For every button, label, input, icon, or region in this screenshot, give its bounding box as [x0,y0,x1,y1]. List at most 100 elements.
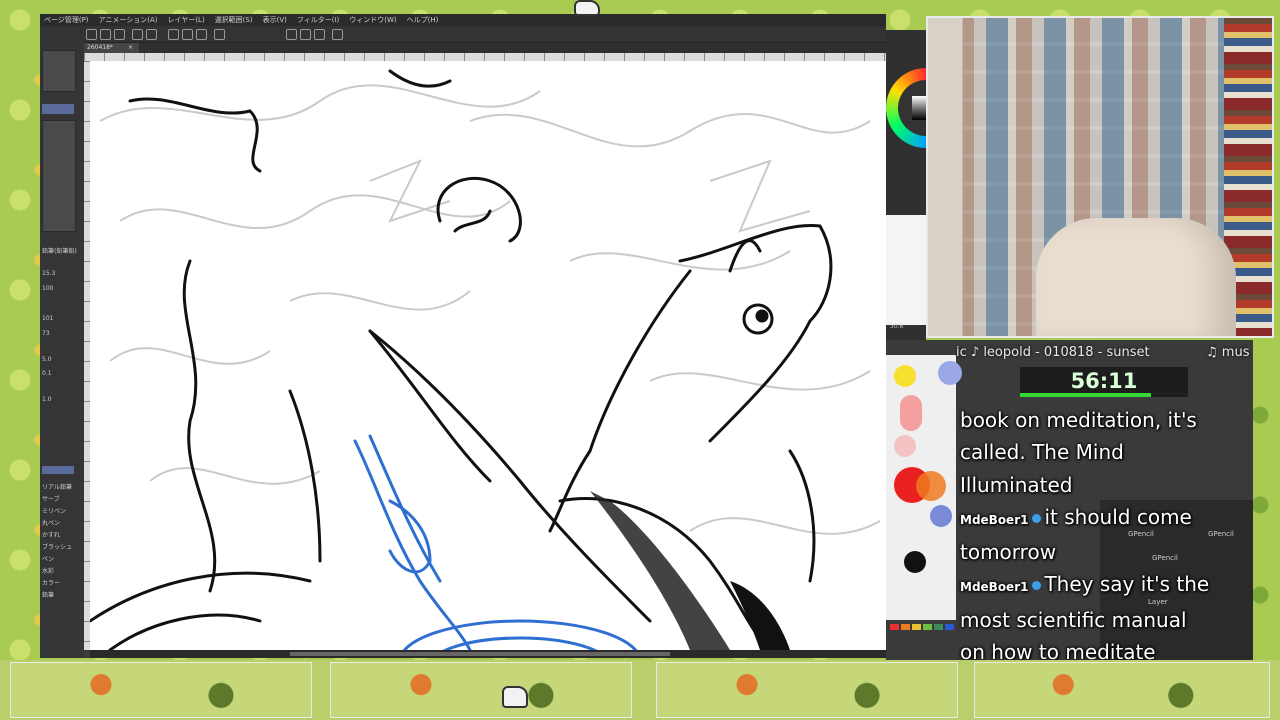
subtool-0[interactable]: リアル鉛筆 [42,482,72,491]
swatch-rose[interactable] [894,435,916,457]
color-set [886,624,960,632]
subtool-2[interactable]: ミリペン [42,506,66,515]
swatch-strip-blue[interactable] [945,624,954,630]
swatch-strip-orange[interactable] [901,624,910,630]
settings-icon[interactable] [332,29,343,40]
snap-icon[interactable] [286,29,297,40]
swatch-pink[interactable] [900,395,922,431]
chat-line: called. The Mind [960,440,1124,465]
density-value[interactable]: 73 [42,330,50,337]
opacity-value[interactable]: 100 [42,285,53,292]
brush-name: 鉛筆(鉛筆鉛) [42,248,77,255]
zoom-value[interactable]: 30.6 [890,323,903,330]
chair-back [1036,218,1236,336]
stream-timer: 56:11 [1020,367,1188,397]
clear-icon[interactable] [168,29,179,40]
swatch-strip-teal[interactable] [934,624,943,630]
chat-message: MdeBoer1 They say it's the [960,568,1250,603]
bottom-strip [0,660,1280,720]
subtool-9[interactable]: 鉛筆 [42,590,54,599]
fill-icon[interactable] [182,29,193,40]
subtool-1[interactable]: サーブ [42,494,60,503]
webcam-feed [926,16,1274,338]
swatch-yellow[interactable] [894,365,916,387]
chat-line: book on meditation, it's [960,408,1197,432]
timer-value: 56:11 [1070,369,1138,393]
chat-line: most scientific manual [960,607,1187,632]
swatch-strip-green[interactable] [923,624,932,630]
command-bar [40,26,886,43]
chat-line: Illuminated [960,472,1073,497]
subtool-8[interactable]: カラー [42,578,60,587]
menu-animation[interactable]: アニメーション(A) [99,14,158,26]
menu-select[interactable]: 選択範囲(S) [215,14,253,26]
timer-progress-bar [1020,393,1152,397]
color-palette [886,355,962,620]
subtool-6[interactable]: ペン [42,554,54,563]
swatch-strip-red[interactable] [890,624,899,630]
menu-bar: ページ管理(P) アニメーション(A) レイヤー(L) 選択範囲(S) 表示(V… [40,14,886,26]
menu-window[interactable]: ウィンドウ(W) [349,14,396,26]
ruler-icon[interactable] [300,29,311,40]
chat-username: MdeBoer1 [960,580,1029,595]
menu-view[interactable]: 表示(V) [263,14,287,26]
menu-filter[interactable]: フィルター(I) [297,14,339,26]
subtool-7[interactable]: 水彩 [42,566,54,575]
badge-icon [1032,513,1042,523]
swatch-black[interactable] [904,551,926,573]
stabilizer-value[interactable]: 101 [42,315,53,322]
redo-icon[interactable] [146,29,157,40]
subtool-palette [42,120,76,232]
transform-icon[interactable] [196,29,207,40]
tool-property-panel: 鉛筆(鉛筆鉛) 15.3 100 101 73 5.0 0.1 1.0 リアル鉛… [40,42,84,658]
tool-palette[interactable] [42,50,76,92]
navigator-preview[interactable] [886,215,926,325]
new-icon[interactable] [86,29,97,40]
crop-icon[interactable] [214,29,225,40]
chat-overlay: book on meditation, it's called. The Min… [960,404,1250,668]
badge-icon [1032,581,1042,591]
swatch-orange[interactable] [916,471,946,501]
undo-icon[interactable] [132,29,143,40]
swatch-blue[interactable] [938,361,962,385]
menu-layer[interactable]: レイヤー(L) [168,14,205,26]
swatch-periwinkle[interactable] [930,505,952,527]
chat-text: They say it's the [1044,572,1210,597]
brush-size-value[interactable]: 15.3 [42,270,55,277]
strip-frame [330,662,632,718]
spacing-value[interactable]: 5.0 [42,356,52,363]
drawing-canvas[interactable] [90,61,886,650]
now-playing: ic ♪ leopold - 010818 - sunset [956,345,1150,360]
save-icon[interactable] [114,29,125,40]
menu-page[interactable]: ページ管理(P) [44,14,89,26]
chat-username: MdeBoer1 [960,512,1029,527]
min-value[interactable]: 0.1 [42,370,52,377]
close-tab-icon[interactable]: × [128,43,133,53]
pet-sprite-icon [574,0,600,16]
selected-subtool[interactable] [42,466,74,474]
grid-icon[interactable] [314,29,325,40]
pet-sprite-icon [502,686,528,708]
subtool-4[interactable]: かすれ [42,530,60,539]
menu-help[interactable]: ヘルプ(H) [407,14,439,26]
canvas-scrollbar[interactable] [90,650,886,658]
swatch-strip-yellow[interactable] [912,624,921,630]
subtool-5[interactable]: ブラッシュ [42,542,72,551]
strip-frame [974,662,1270,718]
tab-label: 260418* [87,44,113,51]
angle-value[interactable]: 1.0 [42,396,52,403]
drawing-app-window: ページ管理(P) アニメーション(A) レイヤー(L) 選択範囲(S) 表示(V… [40,14,886,658]
open-icon[interactable] [100,29,111,40]
now-playing-right: ♫ mus [1206,345,1250,360]
chat-text: it should come [1044,504,1192,529]
strip-frame [10,662,312,718]
strip-frame [656,662,958,718]
selected-tool[interactable] [42,104,74,114]
sketch-drawing [90,69,881,650]
chat-message: MdeBoer1 it should come [960,501,1250,536]
document-tabs: 260418* × [84,43,886,53]
color-wheel[interactable] [886,40,926,190]
subtool-3[interactable]: 丸ペン [42,518,60,527]
horizontal-ruler [84,53,886,61]
chat-line: tomorrow [960,540,1057,565]
